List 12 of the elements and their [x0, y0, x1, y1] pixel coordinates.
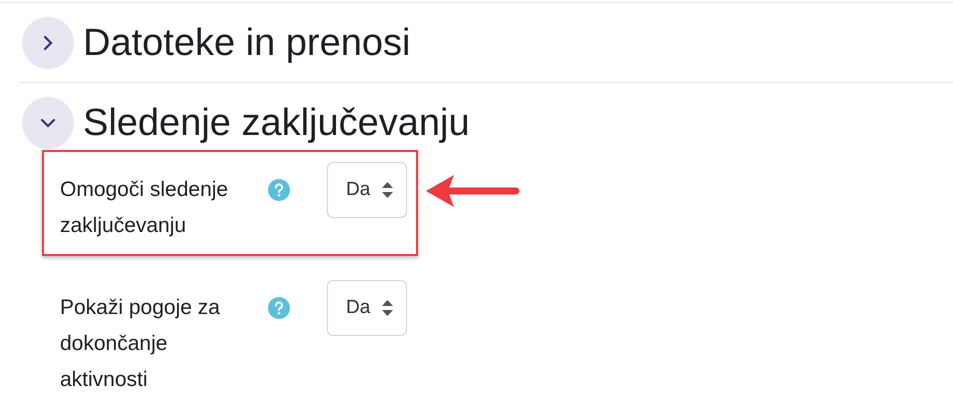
field-label: Pokaži pogoje za dokončanje aktivnosti [60, 295, 221, 393]
help-icon[interactable] [268, 297, 290, 319]
sort-arrows-icon [382, 182, 394, 198]
collapse-toggle[interactable] [22, 17, 74, 69]
help-icon[interactable] [268, 179, 290, 201]
section-title: Sledenje zaključevanju [83, 101, 470, 145]
section-title: Datoteke in prenosi [83, 21, 410, 65]
dropdown[interactable]: Da [327, 162, 408, 218]
dropdown[interactable]: Da [327, 280, 408, 336]
field-label: Omogoči sledenje zaključevanju [60, 177, 230, 239]
sort-arrows-icon [382, 300, 394, 316]
collapse-toggle[interactable] [22, 97, 74, 149]
